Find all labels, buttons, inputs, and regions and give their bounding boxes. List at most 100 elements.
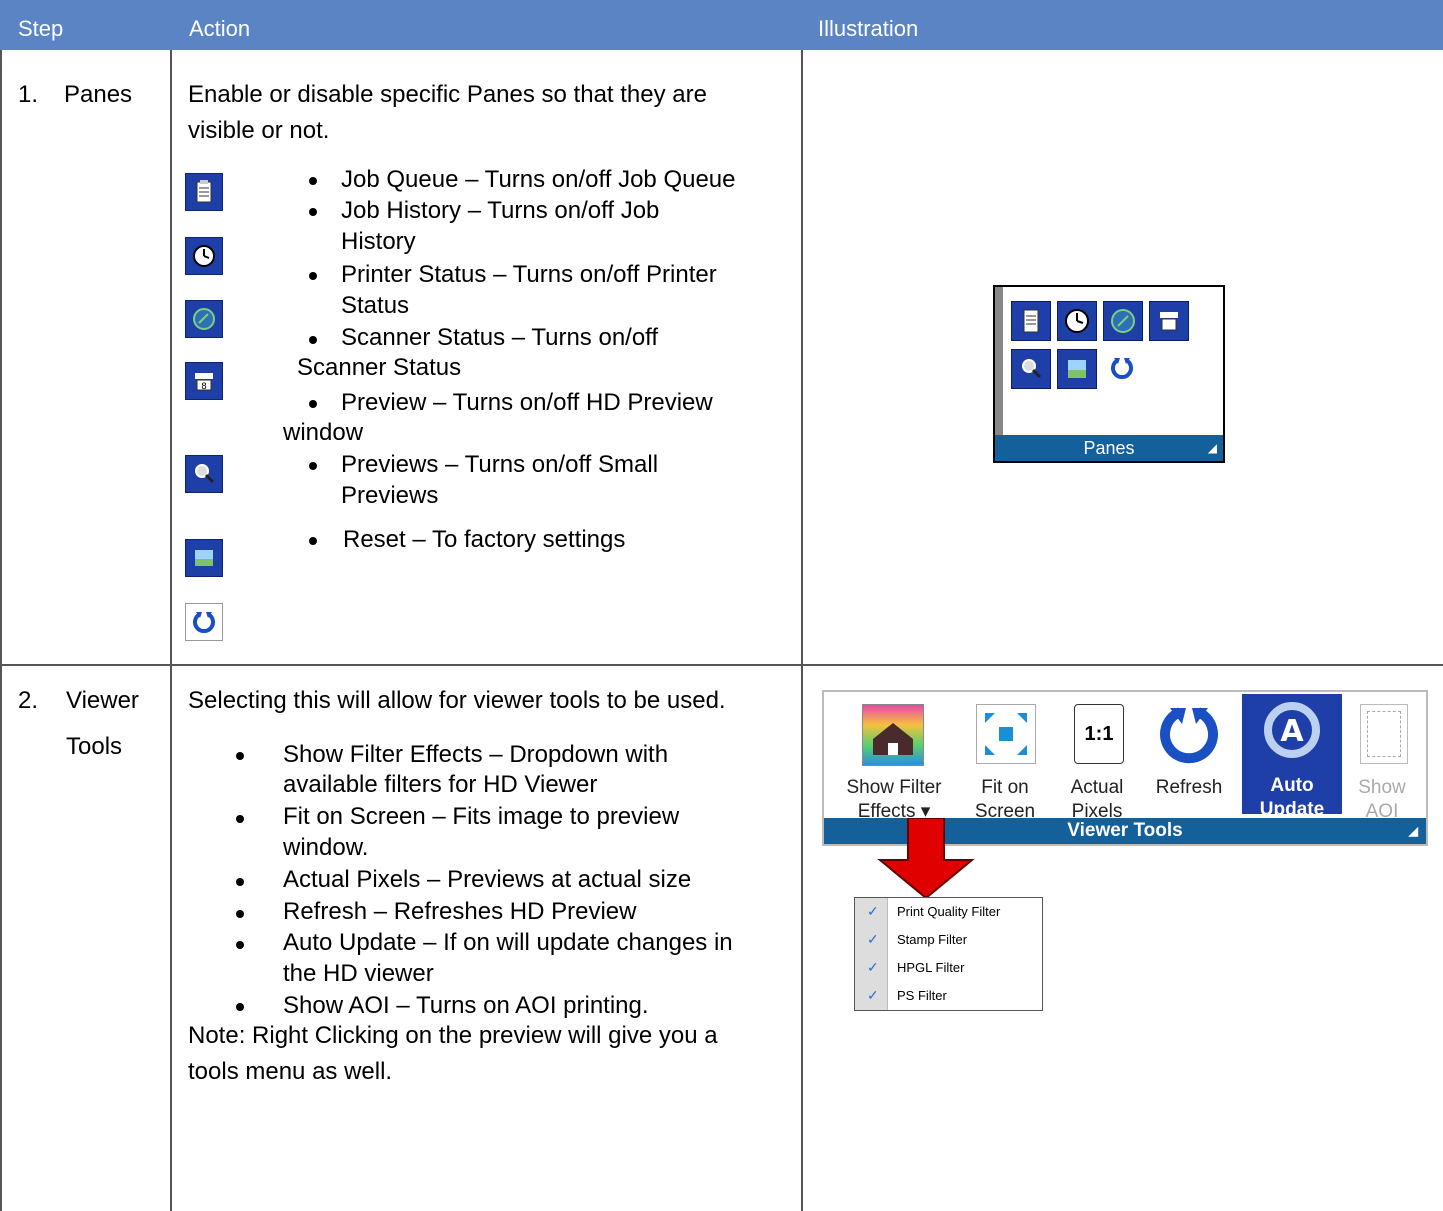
bullet [236,815,244,823]
bullet [309,336,317,344]
show-aoi-icon[interactable] [1360,704,1408,764]
list-item: window [283,419,364,446]
list-item: Show AOI – Turns on AOI printing. [283,992,649,1019]
show-filter-effects-icon[interactable] [862,704,924,766]
row2-step-1: Viewer [66,687,139,714]
list-item: Scanner Status – Turns on/off [341,324,659,351]
svg-text:8: 8 [201,382,207,392]
list-item: History [341,228,416,255]
menu-item-stamp-filter[interactable]: Stamp Filter [897,932,967,947]
printer-icon: 8 [185,362,223,400]
bullet [236,910,244,918]
header-action: Action [189,16,251,41]
show-filter-label-1: Show Filter [846,777,942,798]
row1-intro-2: visible or not. [188,117,330,144]
bullet [236,941,244,949]
menu-item-ps-filter[interactable]: PS Filter [897,988,947,1003]
list-item: Auto Update – If on will update changes … [283,929,733,956]
bullet [236,1003,244,1011]
filter-dropdown-menu: ✓ Print Quality Filter ✓ Stamp Filter ✓ … [854,897,1043,1011]
clock-icon [185,237,223,275]
bullet [309,537,317,545]
refresh-button[interactable]: Refresh [1144,776,1234,800]
row2-note-2: tools menu as well. [188,1058,393,1085]
row2-note: Note: Right Clicking on the preview will… [188,1022,718,1049]
header-illustration: Illustration [818,16,919,41]
list-item: Previews – Turns on/off Small [341,451,659,478]
bullet [309,208,317,216]
clipboard-icon[interactable] [1011,301,1051,341]
aoi-label-1: Show [1358,777,1406,798]
actual-pixels-button[interactable]: Actual Pixels [1052,776,1142,824]
row-divider [0,664,1443,666]
magnifier-icon [185,455,223,493]
row1-number: 1. [18,81,39,108]
fit-on-screen-button[interactable]: Fit on Screen [960,776,1050,824]
printer-icon[interactable] [1149,301,1189,341]
panes-footer-label: Panes [1083,438,1135,458]
bullet [236,752,244,760]
check-icon: ✓ [867,903,879,919]
list-item: the HD viewer [283,960,434,987]
list-item: Preview – Turns on/off HD Preview [341,389,713,416]
fit-label-1: Fit on [981,777,1029,798]
list-item: Status [341,292,410,319]
list-item: Show Filter Effects – Dropdown with [283,741,669,768]
image-icon[interactable] [1057,349,1097,389]
bullet [309,177,317,185]
auto-update-label: Auto Update [1242,774,1342,822]
dialog-launcher-icon[interactable]: ◢ [1208,435,1217,461]
red-arrow-icon [876,817,976,900]
dialog-launcher-icon[interactable]: ◢ [1409,818,1418,844]
refresh-label: Refresh [1155,777,1223,798]
reset-icon [185,603,223,641]
list-item: Refresh – Refreshes HD Preview [283,898,637,925]
header-step: Step [18,16,64,41]
actual-pixels-icon[interactable]: 1:1 [1074,704,1124,764]
auto-update-button[interactable]: A Auto Update [1242,694,1342,820]
table-header: Step Action Illustration [0,0,1443,50]
scanner-status-icon [185,300,223,338]
viewer-tools-footer-label: Viewer Tools [1067,820,1183,841]
show-filter-effects-button[interactable]: Show Filter Effects ▾ [834,776,954,824]
refresh-icon[interactable] [1154,702,1224,766]
row2-intro: Selecting this will allow for viewer too… [188,687,726,714]
menu-item-hpgl-filter[interactable]: HPGL Filter [897,960,964,975]
bullet [236,878,244,886]
column-divider-1 [170,50,172,1211]
magnifier-icon[interactable] [1011,349,1051,389]
actual-label-1: Actual [1070,777,1124,798]
bullet [309,400,317,408]
table-border-left [0,50,2,1211]
menu-item-print-quality-filter[interactable]: Print Quality Filter [897,904,1000,919]
column-divider-2 [801,50,803,1211]
svg-text:A: A [1280,714,1304,749]
check-icon: ✓ [867,931,879,947]
row2-number: 2. [18,687,39,714]
fit-on-screen-icon[interactable] [976,704,1036,764]
panes-footer: Panes ◢ [995,435,1223,461]
panes-ribbon-group: Panes ◢ [993,285,1225,463]
clock-icon[interactable] [1057,301,1097,341]
scanner-status-icon[interactable] [1103,301,1143,341]
auto-label-1: Auto [1270,775,1314,796]
clipboard-icon [185,173,223,211]
row1-intro: Enable or disable specific Panes so that… [188,81,707,108]
list-item: Job Queue – Turns on/off Job Queue [341,166,736,193]
list-item: available filters for HD Viewer [283,771,598,798]
list-item: Scanner Status [297,354,462,381]
bullet [309,272,317,280]
list-item: window. [283,834,369,861]
check-icon: ✓ [867,959,879,975]
list-item: Previews [341,482,439,509]
reset-icon[interactable] [1103,349,1141,387]
list-item: Actual Pixels – Previews at actual size [283,866,692,893]
show-aoi-button[interactable]: Show AOI [1344,776,1420,824]
row2-step-2: Tools [66,733,123,760]
image-icon [185,539,223,577]
list-item: Reset – To factory settings [343,526,626,553]
row1-step: Panes [64,81,133,108]
list-item: Job History – Turns on/off Job [341,197,660,224]
check-icon: ✓ [867,987,879,1003]
bullet [309,462,317,470]
